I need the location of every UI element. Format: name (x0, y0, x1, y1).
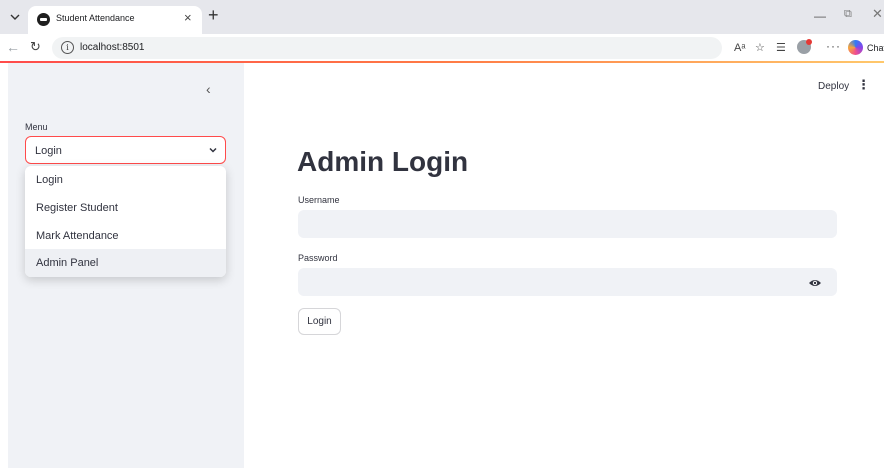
menu-label: Menu (25, 122, 48, 132)
collapse-sidebar-icon[interactable]: ‹ (206, 81, 211, 97)
menu-option-login[interactable]: Login (25, 166, 226, 194)
window-close-icon[interactable]: ✕ (872, 6, 883, 22)
copilot-icon[interactable] (848, 40, 863, 55)
address-bar: ← ↻ i localhost:8501 Aᵃ ☆ ☰ ··· Chat (0, 34, 884, 62)
more-icon[interactable]: ··· (826, 40, 841, 52)
username-label: Username (298, 195, 340, 205)
menu-option-mark-attendance[interactable]: Mark Attendance (25, 222, 226, 250)
password-input[interactable] (298, 268, 837, 296)
page-title: Admin Login (297, 146, 469, 177)
menu-select-value: Login (35, 145, 62, 157)
menu-select[interactable]: Login (25, 136, 226, 164)
browser-tab[interactable]: Student Attendance × (28, 6, 202, 34)
chevron-down-icon (209, 147, 217, 153)
url-field[interactable]: i localhost:8501 (52, 37, 722, 59)
tab-title: Student Attendance (56, 13, 135, 23)
favorite-star-icon[interactable]: ☆ (755, 42, 765, 54)
notification-dot (806, 39, 812, 45)
menu-option-admin-panel[interactable]: Admin Panel (25, 249, 226, 277)
menu-option-register-student[interactable]: Register Student (25, 194, 226, 222)
deploy-button[interactable]: Deploy (818, 81, 849, 92)
browser-tab-bar: Student Attendance × + — ⧉ ✕ (0, 0, 884, 34)
read-aloud-icon[interactable]: Aᵃ (734, 42, 745, 54)
reload-icon[interactable]: ↻ (30, 39, 41, 55)
minimize-icon[interactable]: — (814, 9, 826, 23)
url-text[interactable]: localhost:8501 (80, 42, 145, 53)
copilot-label[interactable]: Chat (867, 43, 884, 53)
app-favicon-icon (37, 13, 50, 26)
sidebar: ‹ Menu Login Login Register Student Mark… (8, 63, 244, 468)
main-menu-icon[interactable]: ⋮ (857, 78, 870, 92)
tab-list-icon[interactable] (8, 10, 22, 24)
login-button[interactable]: Login (298, 308, 341, 335)
back-arrow-icon[interactable]: ← (6, 39, 20, 55)
new-tab-icon[interactable]: + (208, 4, 219, 26)
password-label: Password (298, 253, 338, 263)
menu-dropdown: Login Register Student Mark Attendance A… (25, 166, 226, 277)
show-password-icon[interactable] (808, 278, 822, 288)
info-icon[interactable]: i (61, 41, 74, 54)
restore-icon[interactable]: ⧉ (844, 8, 852, 21)
username-input[interactable] (298, 210, 837, 238)
tab-close-icon[interactable]: × (184, 11, 192, 25)
collections-icon[interactable]: ☰ (776, 42, 786, 54)
